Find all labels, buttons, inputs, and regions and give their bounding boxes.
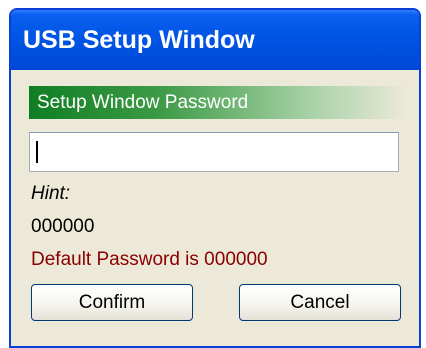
password-input[interactable] (29, 132, 399, 172)
text-caret (36, 141, 38, 163)
usb-setup-window: USB Setup Window Setup Window Password H… (9, 8, 421, 348)
password-section-header: Setup Window Password (29, 86, 407, 119)
hint-value: 000000 (31, 216, 95, 237)
cancel-button[interactable]: Cancel (239, 284, 401, 321)
window-title: USB Setup Window (23, 26, 255, 54)
default-password-text: Default Password is 000000 (31, 249, 268, 270)
window-titlebar[interactable]: USB Setup Window (11, 10, 419, 70)
hint-label: Hint: (31, 183, 71, 204)
window-client-area: Setup Window Password Hint: 000000 Defau… (11, 70, 419, 346)
confirm-button[interactable]: Confirm (31, 284, 193, 321)
